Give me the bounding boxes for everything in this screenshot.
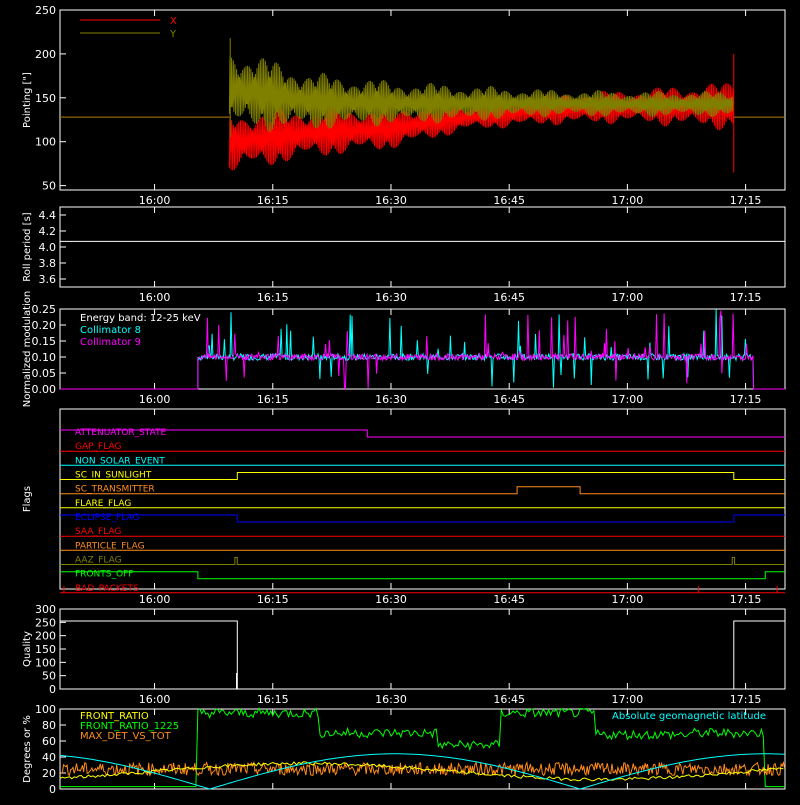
roll-ylabel: Roll period [s] [22,212,33,281]
modulation-xtick-label: 16:15 [257,393,289,406]
flags-ylabel: Flags [22,486,33,512]
flag-fronts-off-label: FRONTS_OFF [75,570,133,580]
flags-xtick-label: 16:00 [139,593,171,606]
roll-xtick-label: 16:45 [493,291,525,304]
flag-aaz-flag-label: AAZ_FLAG [75,556,122,566]
modulation-ytick-label: 0.15 [32,335,57,348]
quality-xtick-label: 16:15 [257,693,289,706]
flag-saa-flag-label: SAA_FLAG [75,527,121,537]
roll-ytick-label: 4.2 [39,225,57,238]
flag-bad-packets-label: BAD_PACKETS [75,584,139,594]
pointing-ytick-label: 150 [35,92,56,105]
modulation-xtick-label: 16:45 [493,393,525,406]
pointing-xtick-label: 16:45 [493,194,525,207]
flags-xtick-label: 16:45 [493,593,525,606]
flags-xtick-label: 16:15 [257,593,289,606]
quality-ytick-label: 250 [35,616,56,629]
quality-ytick-label: 150 [35,643,56,656]
modulation-annotation: Energy band: 12-25 keV [80,313,201,324]
geo-ytick-label: 20 [42,767,56,780]
figure-svg: 16:0016:1516:3016:4517:0017:1517:3050100… [22,4,786,796]
flag-attenuator-state-line [60,429,785,438]
pointing-xtick-label: 17:15 [730,194,762,207]
pointing-ytick-label: 50 [42,180,56,193]
modulation-ytick-label: 0.05 [32,367,57,380]
quality-xtick-label: 16:45 [493,693,525,706]
flags-xtick-label: 16:30 [375,593,407,606]
geo-ytick-label: 60 [42,735,56,748]
modulation-xtick-label: 17:00 [612,393,644,406]
roll-ytick-label: 3.8 [39,257,57,270]
flag-eclipse-flag-line [60,514,785,523]
roll-xtick-label: 16:00 [139,291,171,304]
modulation-ytick-label: 0.00 [32,383,57,396]
modulation-xtick-label: 16:30 [375,393,407,406]
flag-sc-in-sunlight-line [60,472,785,480]
pointing-ytick-label: 250 [35,4,56,17]
quality-ytick-label: 50 [42,670,56,683]
pointing-ytick-label: 100 [35,136,56,149]
flags-frame [59,408,786,590]
flag-gap-flag-label: GAP_FLAG [75,442,121,452]
quality-ytick-label: 100 [35,656,56,669]
roll-xtick-label: 16:30 [375,291,407,304]
roll-xtick-label: 17:00 [612,291,644,304]
pointing-xtick-label: 17:00 [612,194,644,207]
modulation-xtick-label: 16:00 [139,393,171,406]
quality-ytick-label: 0 [49,683,56,696]
modulation-legend-label: Collimator 9 [80,337,141,348]
flag-eclipse-flag-label: ECLIPSE_FLAG [75,513,139,523]
quality-xtick-label: 17:00 [612,693,644,706]
pointing-legend-label: X [170,16,177,27]
pointing-xtick-label: 16:15 [257,194,289,207]
geo-ytick-label: 80 [42,719,56,732]
geo-ylabel: Degrees or % [22,715,33,783]
quality-ytick-label: 200 [35,630,56,643]
geo-ytick-label: 40 [42,751,56,764]
roll-xtick-label: 17:15 [730,291,762,304]
geo-max-det-vs-tot-series-line [59,760,786,777]
quality-ylabel: Quality [22,631,33,667]
quality-xtick-label: 16:30 [375,693,407,706]
flag-attenuator-state-label: ATTENUATOR_STATE [75,428,167,438]
pointing-xtick-label: 16:00 [139,194,171,207]
quality-xtick-label: 17:15 [730,693,762,706]
geo-ytick-label: 100 [35,703,56,716]
modulation-ytick-label: 0.25 [32,303,57,316]
modulation-legend-label: Collimator 8 [80,325,141,336]
pointing-ytick-label: 200 [35,48,56,61]
modulation-ytick-label: 0.10 [32,351,57,364]
flag-sc-in-sunlight-label: SC_IN_SUNLIGHT [75,471,152,481]
roll-ytick-label: 4.4 [39,209,57,222]
roll-ytick-label: 3.6 [39,273,57,286]
modulation-ytick-label: 0.20 [32,319,57,332]
flag-sc-transmitter-label: SC_TRANSMITTER [75,485,155,495]
flag-particle-flag-label: PARTICLE_FLAG [75,541,145,551]
flag-aaz-flag-line [60,557,785,565]
geo-legend-label: Absolute geomagnetic latitude [612,711,766,722]
roll-frame [59,206,786,288]
flags-xtick-label: 17:00 [612,593,644,606]
quality-xtick-label: 16:00 [139,693,171,706]
quality-ytick-label: 300 [35,603,56,616]
pointing-xtick-label: 16:30 [375,194,407,207]
quality-series-line [60,620,785,690]
flags-xtick-label: 17:15 [730,593,762,606]
flag-fronts-off-line [60,571,785,580]
roll-ytick-label: 4.0 [39,241,57,254]
pointing-legend-label: Y [169,29,177,40]
modulation-xtick-label: 17:15 [730,393,762,406]
flag-sc-transmitter-line [60,486,785,495]
geo-ytick-label: 0 [49,783,56,796]
flag-flare-flag-label: FLARE_FLAG [75,499,131,509]
flag-non-solar-event-label: NON_SOLAR_EVENT [75,456,165,466]
modulation-ylabel: Normalized modulation [22,291,33,408]
chart-stage: 16:0016:1516:3016:4517:0017:1517:3050100… [0,0,800,800]
geo-legend-label: MAX_DET_VS_TOT [80,731,172,742]
pointing-ylabel: Pointing ["] [22,72,33,128]
roll-xtick-label: 16:15 [257,291,289,304]
